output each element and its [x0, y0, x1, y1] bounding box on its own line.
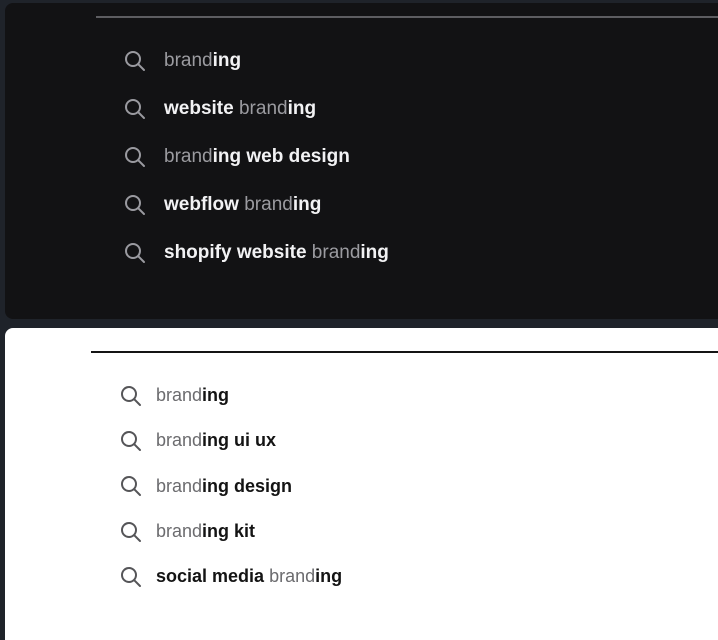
suggestion-item[interactable]: branding kit: [119, 509, 342, 554]
suggestion-label: branding kit: [156, 521, 255, 542]
search-icon: [123, 241, 147, 265]
suggestion-item[interactable]: shopify website branding: [123, 229, 389, 277]
suggestion-matched-text: ing: [287, 98, 317, 119]
suggestion-query-text: brand: [164, 50, 213, 71]
suggestion-matched-text: ing web design: [212, 146, 350, 167]
suggestion-item[interactable]: webflow branding: [123, 181, 389, 229]
suggestion-matched-text: ing ui ux: [202, 430, 277, 451]
suggestion-item[interactable]: website branding: [123, 85, 389, 133]
suggestion-query-text: brand: [156, 430, 203, 451]
suggestion-query-text: brand: [233, 98, 288, 119]
search-icon: [123, 145, 147, 169]
light-search-suggestions-panel: branding branding ui ux branding design …: [5, 328, 718, 640]
search-divider-line: [96, 16, 718, 18]
suggestion-item[interactable]: branding design: [119, 464, 342, 509]
suggestion-list: branding branding ui ux branding design …: [119, 373, 342, 599]
dark-search-suggestions-panel: branding website branding branding web d…: [5, 3, 718, 319]
search-divider-line: [91, 351, 718, 353]
suggestion-label: branding ui ux: [156, 430, 276, 451]
suggestion-matched-text: webflow: [164, 194, 239, 215]
suggestion-query-text: brand: [164, 146, 213, 167]
screenshot-canvas: branding website branding branding web d…: [0, 0, 718, 640]
suggestion-query-text: brand: [156, 521, 203, 542]
suggestion-label: branding: [164, 50, 241, 72]
suggestion-list: branding website branding branding web d…: [123, 37, 389, 277]
suggestion-query-text: brand: [306, 242, 361, 263]
suggestion-label: social media branding: [156, 566, 342, 587]
search-icon: [119, 565, 143, 589]
suggestion-matched-text: ing kit: [202, 521, 256, 542]
search-icon: [119, 474, 143, 498]
suggestion-item[interactable]: branding: [119, 373, 342, 418]
suggestion-item[interactable]: branding web design: [123, 133, 389, 181]
suggestion-item[interactable]: social media branding: [119, 554, 342, 599]
suggestion-query-text: brand: [156, 385, 203, 406]
search-icon: [123, 49, 147, 73]
suggestion-matched-text: website: [164, 98, 234, 119]
search-icon: [119, 520, 143, 544]
suggestion-label: branding: [156, 385, 229, 406]
suggestion-label: webflow branding: [164, 194, 321, 216]
suggestion-matched-text: ing: [292, 194, 322, 215]
suggestion-label: shopify website branding: [164, 242, 389, 264]
suggestion-matched-text: ing: [202, 385, 230, 406]
suggestion-item[interactable]: branding: [123, 37, 389, 85]
suggestion-matched-text: shopify website: [164, 242, 307, 263]
suggestion-matched-text: social media: [156, 566, 265, 587]
suggestion-query-text: brand: [264, 566, 316, 587]
suggestion-query-text: brand: [238, 194, 293, 215]
search-icon: [123, 193, 147, 217]
suggestion-matched-text: ing design: [202, 475, 293, 496]
suggestion-label: website branding: [164, 98, 316, 120]
suggestion-matched-text: ing: [360, 242, 389, 263]
suggestion-label: branding design: [156, 476, 292, 497]
suggestion-item[interactable]: branding ui ux: [119, 418, 342, 463]
suggestion-label: branding web design: [164, 146, 350, 168]
search-icon: [123, 97, 147, 121]
suggestion-query-text: brand: [156, 475, 203, 496]
search-icon: [119, 384, 143, 408]
suggestion-matched-text: ing: [212, 50, 242, 71]
suggestion-matched-text: ing: [315, 566, 343, 587]
search-icon: [119, 429, 143, 453]
